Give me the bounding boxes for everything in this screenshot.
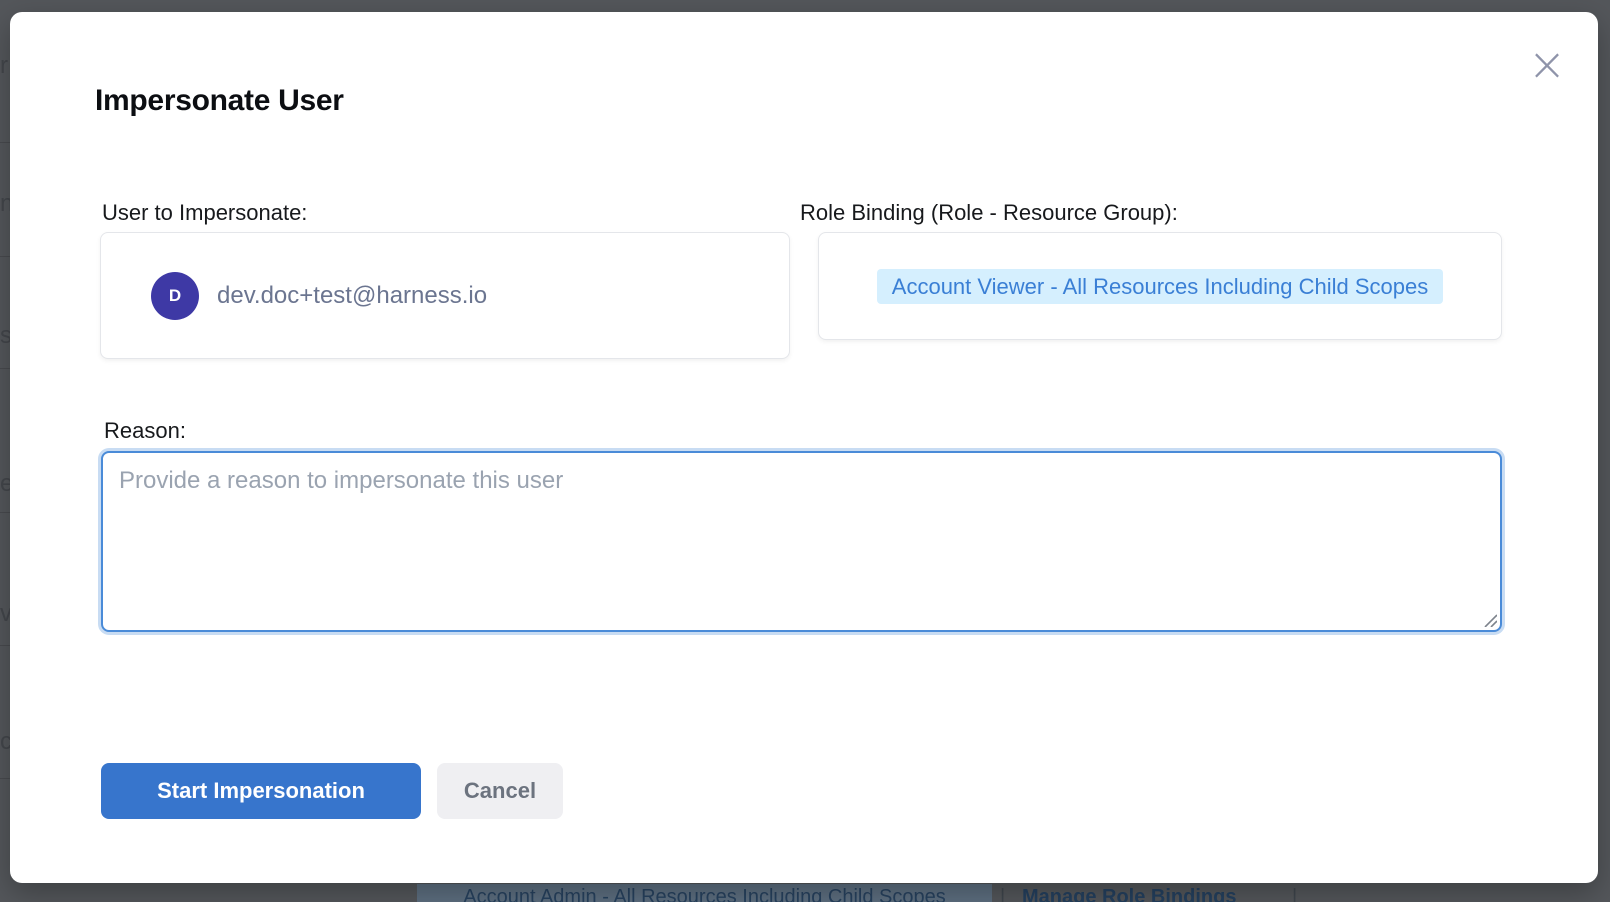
background-row-divider (0, 256, 10, 257)
role-binding-card: Account Viewer - All Resources Including… (818, 232, 1502, 340)
close-icon: × (1528, 37, 1567, 91)
role-binding-label: Role Binding (Role - Resource Group): (800, 200, 1178, 226)
impersonate-user-dialog: × Impersonate User User to Impersonate: … (10, 12, 1598, 883)
start-impersonation-button[interactable]: Start Impersonation (101, 763, 421, 819)
screen-backdrop: r n s ev ve ct Account Admin - All Resou… (0, 0, 1610, 902)
user-card: D dev.doc+test@harness.io (100, 232, 790, 359)
dialog-title: Impersonate User (95, 84, 344, 118)
background-role-binding-tag: Account Admin - All Resources Including … (417, 884, 992, 902)
background-divider: | (1292, 884, 1297, 902)
cancel-button[interactable]: Cancel (437, 763, 563, 819)
background-table-row: Account Admin - All Resources Including … (0, 884, 1610, 902)
reason-label: Reason: (104, 418, 186, 444)
role-binding-tag: Account Viewer - All Resources Including… (877, 269, 1443, 304)
reason-input[interactable] (101, 451, 1502, 632)
background-row-divider (0, 512, 10, 513)
background-manage-role-bindings-link: Manage Role Bindings (1022, 884, 1236, 902)
reason-field-wrapper (101, 451, 1502, 632)
background-row-divider (0, 368, 10, 369)
background-row-divider (0, 778, 10, 779)
background-row-divider (0, 645, 10, 646)
user-email: dev.doc+test@harness.io (217, 282, 487, 310)
user-to-impersonate-label: User to Impersonate: (102, 200, 307, 226)
user-avatar: D (151, 272, 199, 320)
background-text-fragment: r (0, 52, 8, 80)
background-divider: | (1000, 884, 1005, 902)
close-button[interactable]: × (1525, 42, 1569, 86)
background-row-divider (0, 142, 10, 143)
